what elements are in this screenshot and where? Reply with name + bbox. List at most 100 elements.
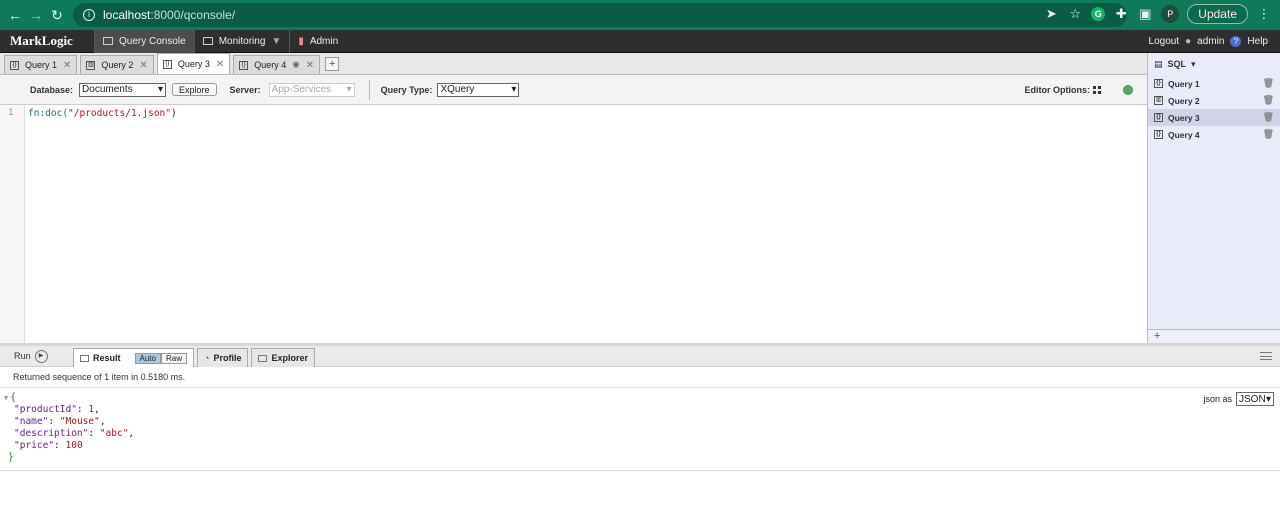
workspace-item-query-1[interactable]: {} Query 1 🗑 xyxy=(1148,75,1280,92)
results-toolbar: Run ▶ Result Auto Raw ◔ Profile Explorer xyxy=(0,343,1280,367)
monitor-icon xyxy=(202,37,213,45)
workspace-item-query-4[interactable]: {} Query 4 🗑 xyxy=(1148,126,1280,143)
close-icon[interactable]: ✕ xyxy=(63,60,71,71)
tab-monitoring[interactable]: Monitoring ▼ xyxy=(193,29,290,53)
grammarly-icon[interactable]: G xyxy=(1091,7,1106,21)
reload-icon[interactable]: ↻ xyxy=(47,7,67,24)
json-format-select[interactable]: JSON ▾ xyxy=(1236,392,1274,406)
query-type-select[interactable]: XQuery ▾ xyxy=(437,82,520,97)
query-tab-3[interactable]: {} Query 3 ✕ xyxy=(156,53,231,74)
database-select[interactable]: Documents ▾ xyxy=(79,82,167,97)
json-key: "name" xyxy=(14,416,49,427)
query-tab-1[interactable]: {} Query 1 ✕ xyxy=(4,55,78,74)
star-icon[interactable]: ☆ xyxy=(1067,6,1083,22)
close-icon[interactable]: ✕ xyxy=(139,60,147,71)
json-comma: , xyxy=(99,416,106,427)
grid-icon xyxy=(1093,85,1101,94)
chevron-down-icon: ▾ xyxy=(1191,58,1196,69)
close-icon[interactable]: ✕ xyxy=(216,59,224,70)
send-icon[interactable]: ➤ xyxy=(1043,6,1059,22)
json-value: 100 xyxy=(65,440,83,451)
update-button[interactable]: Update xyxy=(1187,4,1248,24)
globe-icon[interactable] xyxy=(1123,84,1133,95)
trash-icon[interactable]: 🗑 xyxy=(1263,78,1274,89)
hamburger-icon[interactable] xyxy=(1260,352,1272,360)
menu-dots-icon[interactable]: ⋮ xyxy=(1256,6,1272,22)
workspace-item-label: Query 1 xyxy=(1168,78,1200,89)
query-type-value: XQuery xyxy=(440,84,475,95)
tab-label: Query Console xyxy=(119,35,186,47)
server-select[interactable]: App-Services ▾ xyxy=(268,82,355,97)
xquery-icon: {} xyxy=(1154,79,1163,88)
query-tab-4[interactable]: {} Query 4 ✺ ✕ xyxy=(233,55,321,74)
site-info-icon[interactable]: i xyxy=(83,9,95,21)
chevron-down-icon: ▾ xyxy=(1265,393,1271,405)
xquery-icon: {} xyxy=(1154,130,1163,139)
trash-icon[interactable]: 🗑 xyxy=(1263,112,1274,123)
forward-arrow-icon[interactable]: → xyxy=(26,7,46,23)
editor-options[interactable]: Editor Options: xyxy=(1025,85,1101,95)
close-icon[interactable]: ✕ xyxy=(306,60,314,71)
line-number: 1 xyxy=(8,108,14,118)
workspace-header[interactable]: ▤ SQL ▾ xyxy=(1148,53,1280,75)
profile-icon: ◔ xyxy=(204,353,210,363)
tab-profile[interactable]: ◔ Profile xyxy=(197,348,249,367)
toolbar-divider xyxy=(368,79,370,100)
query-tab-label: Query 4 xyxy=(254,60,287,70)
logout-link[interactable]: Logout xyxy=(1149,36,1180,47)
run-label: Run xyxy=(14,351,31,361)
database-label: Database: xyxy=(30,84,74,95)
workspace-item-query-2[interactable]: ▥ Query 2 🗑 xyxy=(1148,92,1280,109)
collapse-triangle-icon[interactable]: ▼ xyxy=(4,394,8,402)
sql-icon: ▥ xyxy=(86,60,96,70)
extensions-icon[interactable]: ✚ xyxy=(1113,6,1129,22)
query-tab-2[interactable]: ▥ Query 2 ✕ xyxy=(80,55,154,74)
username: admin xyxy=(1197,36,1225,47)
code-editor[interactable]: 1 fn:doc("/products/1.json") xyxy=(0,105,1147,343)
address-bar[interactable]: i localhost:8000/qconsole/ xyxy=(73,3,1127,27)
open-brace: { xyxy=(10,392,16,403)
explore-button[interactable]: Explore xyxy=(172,83,217,96)
marklogic-logo: MarkLogic xyxy=(10,33,73,48)
tab-query-console[interactable]: Query Console xyxy=(94,29,194,53)
workspace-item-label: Query 3 xyxy=(1168,112,1200,123)
browser-actions: ➤ ☆ G ✚ ▣ P Update ⋮ xyxy=(1043,4,1272,24)
code-paren: ) xyxy=(171,108,177,119)
workspace-item-query-3[interactable]: {} Query 3 🗑 xyxy=(1148,109,1280,126)
sidebar-icon[interactable]: ▣ xyxy=(1137,6,1153,22)
profile-avatar[interactable]: P xyxy=(1161,5,1180,23)
workspace-item-label: Query 2 xyxy=(1168,95,1200,106)
back-arrow-icon[interactable]: ← xyxy=(5,7,25,23)
result-icon xyxy=(80,354,89,362)
help-link[interactable]: Help xyxy=(1247,36,1268,47)
auto-toggle[interactable]: Auto xyxy=(134,352,161,364)
run-button[interactable]: Run ▶ xyxy=(0,349,73,363)
json-line: "name": "Mouse", xyxy=(14,416,106,427)
json-line: "productId": 1, xyxy=(14,404,100,415)
close-brace: } xyxy=(8,452,14,463)
xquery-icon: {} xyxy=(239,60,249,70)
tab-admin[interactable]: ▮ Admin xyxy=(289,29,346,53)
query-tab-label: Query 1 xyxy=(25,60,58,70)
json-line: "description": "abc", xyxy=(14,428,135,439)
code-function: fn:doc( xyxy=(28,108,69,119)
workspace-panel: ▤ SQL ▾ {} Query 1 🗑 ▥ Query 2 🗑 {} Quer… xyxy=(1147,53,1280,343)
raw-toggle[interactable]: Raw xyxy=(160,352,187,364)
trash-icon[interactable]: 🗑 xyxy=(1263,129,1274,140)
code-line[interactable]: fn:doc("/products/1.json") xyxy=(28,108,177,119)
tab-label: Explorer xyxy=(271,353,308,363)
add-tab-button[interactable]: + xyxy=(325,57,340,71)
results-area: ▼{ "productId": 1, "name": "Mouse", "des… xyxy=(0,387,1280,471)
url-host: localhost xyxy=(103,8,151,22)
result-status: Returned sequence of 1 item in 0.5180 ms… xyxy=(13,372,186,382)
json-open-line: ▼{ xyxy=(4,392,134,404)
trash-icon[interactable]: 🗑 xyxy=(1263,95,1274,106)
chevron-down-icon: ▾ xyxy=(511,84,517,95)
help-icon[interactable]: ? xyxy=(1230,36,1242,47)
result-format-toggle: Auto Raw xyxy=(134,352,187,364)
tab-label: Monitoring xyxy=(218,35,266,47)
tab-result[interactable]: Result Auto Raw xyxy=(73,348,194,367)
tab-explorer[interactable]: Explorer xyxy=(251,348,315,367)
add-query-button[interactable]: + xyxy=(1148,329,1280,343)
json-key: "description" xyxy=(14,428,89,439)
